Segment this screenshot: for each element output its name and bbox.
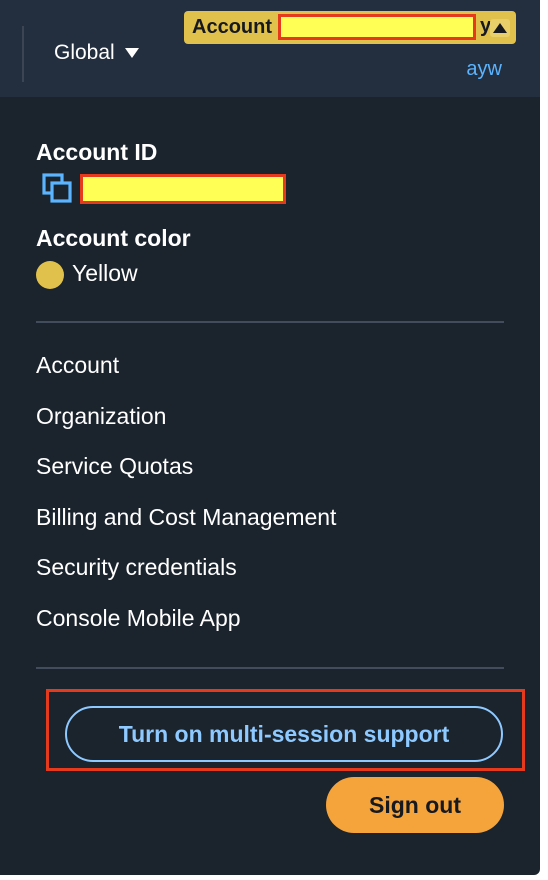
account-menu-list: Account Organization Service Quotas Bill… <box>36 351 336 654</box>
account-color-heading: Account color <box>36 225 191 251</box>
divider-bottom <box>36 667 504 669</box>
menu-item-console-mobile-app[interactable]: Console Mobile App <box>36 604 336 655</box>
caret-up-icon <box>490 19 510 37</box>
account-dropdown-panel: Account ID Account color Yellow Account … <box>0 97 540 875</box>
account-color-name: Yellow <box>72 260 138 286</box>
copy-icon[interactable] <box>42 173 74 205</box>
top-navigation-bar: Global Account y ayw <box>0 0 540 97</box>
redacted-account-name <box>278 14 476 40</box>
account-id-heading: Account ID <box>36 139 158 165</box>
username-label: ayw <box>466 58 502 80</box>
region-selector[interactable]: Global <box>54 41 139 65</box>
menu-item-organization[interactable]: Organization <box>36 402 336 453</box>
menu-item-account[interactable]: Account <box>36 351 336 402</box>
nav-divider <box>22 26 24 82</box>
sign-out-button[interactable]: Sign out <box>326 777 504 833</box>
account-color-swatch <box>36 261 64 289</box>
screen: Global Account y ayw Account ID Account … <box>0 0 548 880</box>
menu-item-service-quotas[interactable]: Service Quotas <box>36 452 336 503</box>
multi-session-button[interactable]: Turn on multi-session support <box>65 706 503 762</box>
account-menu-button[interactable]: Account y <box>184 11 516 44</box>
menu-item-billing[interactable]: Billing and Cost Management <box>36 503 336 554</box>
region-label: Global <box>54 41 115 64</box>
caret-down-icon <box>124 48 139 58</box>
account-menu-label: Account <box>192 16 272 38</box>
redacted-account-id <box>80 174 286 204</box>
menu-item-security-credentials[interactable]: Security credentials <box>36 553 336 604</box>
divider-top <box>36 321 504 323</box>
